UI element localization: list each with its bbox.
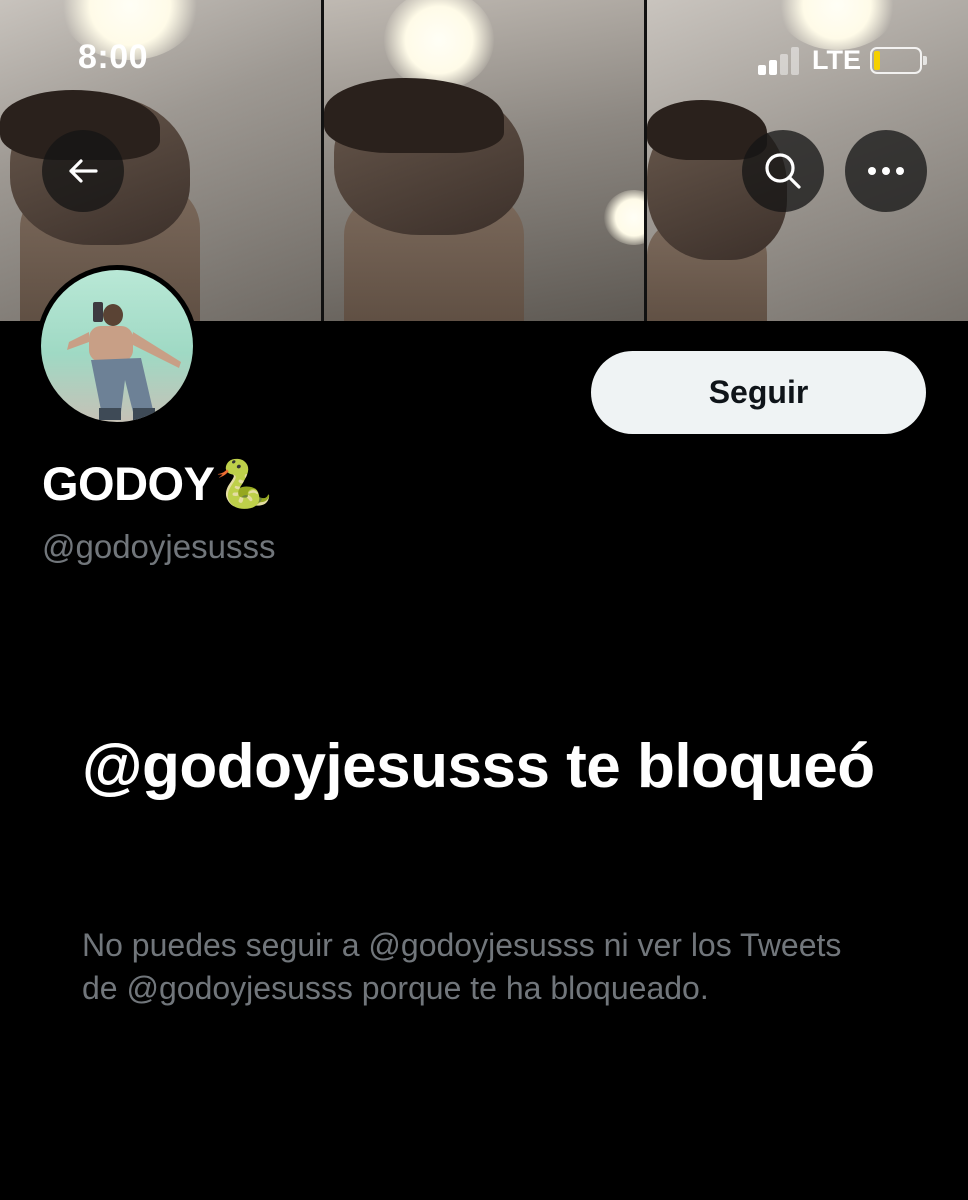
status-bar: 8:00 LTE: [0, 0, 968, 110]
more-horizontal-icon: [868, 167, 904, 175]
follow-button[interactable]: Seguir: [591, 351, 926, 434]
more-button[interactable]: [845, 130, 927, 212]
blocked-title: @godoyjesusss te bloqueó: [82, 732, 875, 801]
avatar-photo: [41, 270, 193, 422]
display-name: GODOY🐍: [42, 457, 273, 510]
battery-icon: [870, 47, 927, 74]
blocked-description: No puedes seguir a @godoyjesusss ni ver …: [82, 927, 842, 1006]
signal-icon: [758, 45, 804, 75]
network-label: LTE: [812, 45, 861, 75]
search-button[interactable]: [742, 130, 824, 212]
search-icon: [765, 153, 801, 189]
profile-handle: @godoyjesusss: [42, 528, 276, 565]
back-button[interactable]: [42, 130, 124, 212]
profile-avatar[interactable]: [36, 265, 198, 427]
status-time: 8:00: [78, 38, 149, 76]
arrow-left-icon: [69, 159, 98, 183]
